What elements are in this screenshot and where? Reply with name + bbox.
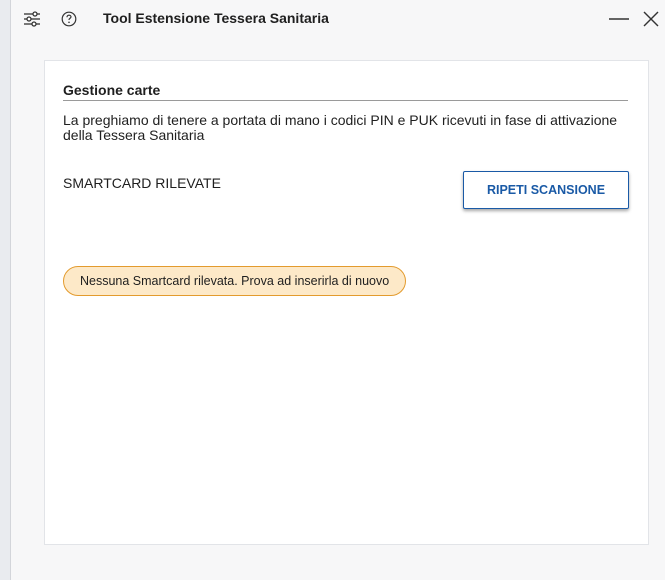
- no-card-notice: Nessuna Smartcard rilevata. Prova ad ins…: [63, 266, 407, 296]
- card-management-panel: Gestione carte La preghiamo di tenere a …: [44, 60, 649, 545]
- window-title: Tool Estensione Tessera Sanitaria: [103, 10, 329, 26]
- sliders-icon[interactable]: [22, 9, 42, 29]
- app-window: Tool Estensione Tessera Sanitaria Gestio…: [10, 0, 665, 580]
- help-circle-icon[interactable]: [59, 9, 79, 29]
- section-title: Gestione carte: [63, 82, 161, 98]
- rescan-button[interactable]: RIPETI SCANSIONE: [463, 171, 629, 209]
- close-icon[interactable]: [641, 9, 661, 29]
- title-bar: Tool Estensione Tessera Sanitaria: [11, 0, 665, 38]
- intro-text: La preghiamo di tenere a portata di mano…: [63, 112, 618, 143]
- section-divider: [63, 100, 628, 101]
- detected-cards-label: SMARTCARD RILEVATE: [63, 175, 221, 191]
- minimize-icon[interactable]: [608, 9, 630, 29]
